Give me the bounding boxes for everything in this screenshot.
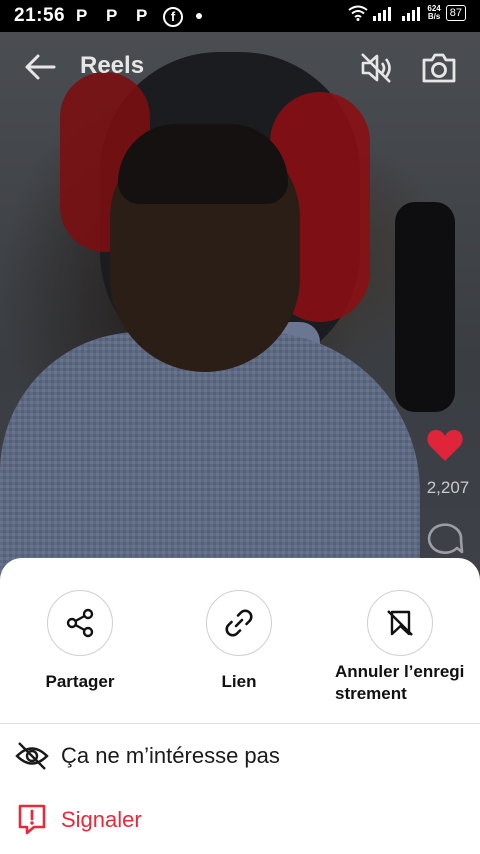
not-interested-label: Ça ne m’intéresse pas xyxy=(61,743,280,768)
unsave-button[interactable] xyxy=(367,590,433,656)
unsave-label: Annuler l’enregistrement xyxy=(335,662,465,703)
link-action[interactable]: Lien xyxy=(169,590,309,693)
report-icon xyxy=(15,803,49,837)
report-label: Signaler xyxy=(61,807,142,832)
link-icon xyxy=(225,609,253,637)
page-title: Reels xyxy=(80,52,145,79)
notification-app-icon: P xyxy=(106,6,118,25)
share-button[interactable] xyxy=(47,590,113,656)
unsave-bookmark-icon xyxy=(387,610,413,636)
share-label: Partager xyxy=(45,672,115,691)
heart-icon[interactable] xyxy=(426,428,464,462)
wifi-icon xyxy=(348,5,369,21)
link-label: Lien xyxy=(221,672,257,691)
share-action[interactable]: Partager xyxy=(10,590,150,693)
more-notifications-dot xyxy=(196,13,202,19)
status-bar: 21:56 P P P f 624 B/s 87 xyxy=(0,0,480,32)
camera-icon[interactable] xyxy=(420,50,458,86)
like-count[interactable]: 2,207 xyxy=(416,478,480,498)
reels-header xyxy=(0,32,480,100)
video-microphone xyxy=(395,202,455,412)
signal-icon xyxy=(373,7,392,21)
report-item[interactable]: Signaler xyxy=(0,790,480,850)
facebook-icon: f xyxy=(163,7,183,27)
sheet-divider xyxy=(0,723,480,724)
eye-off-icon xyxy=(15,739,49,773)
video-person-hair xyxy=(118,124,288,204)
notification-app-icon: P xyxy=(136,6,148,25)
notification-app-icon: P xyxy=(76,6,88,25)
signal-icon-2 xyxy=(402,7,421,21)
status-time: 21:56 xyxy=(14,5,66,26)
back-arrow-icon[interactable] xyxy=(22,52,58,82)
not-interested-item[interactable]: Ça ne m’intéresse pas xyxy=(0,726,480,786)
network-speed-unit: B/s xyxy=(427,12,441,21)
share-icon xyxy=(66,608,94,638)
network-speed: 624 B/s xyxy=(427,5,440,21)
battery-indicator: 87 xyxy=(445,5,466,21)
muted-speaker-icon[interactable] xyxy=(358,50,394,86)
unsave-action[interactable]: Annuler l’enregistrement xyxy=(330,590,470,715)
link-button[interactable] xyxy=(206,590,272,656)
comment-icon[interactable] xyxy=(426,520,466,556)
